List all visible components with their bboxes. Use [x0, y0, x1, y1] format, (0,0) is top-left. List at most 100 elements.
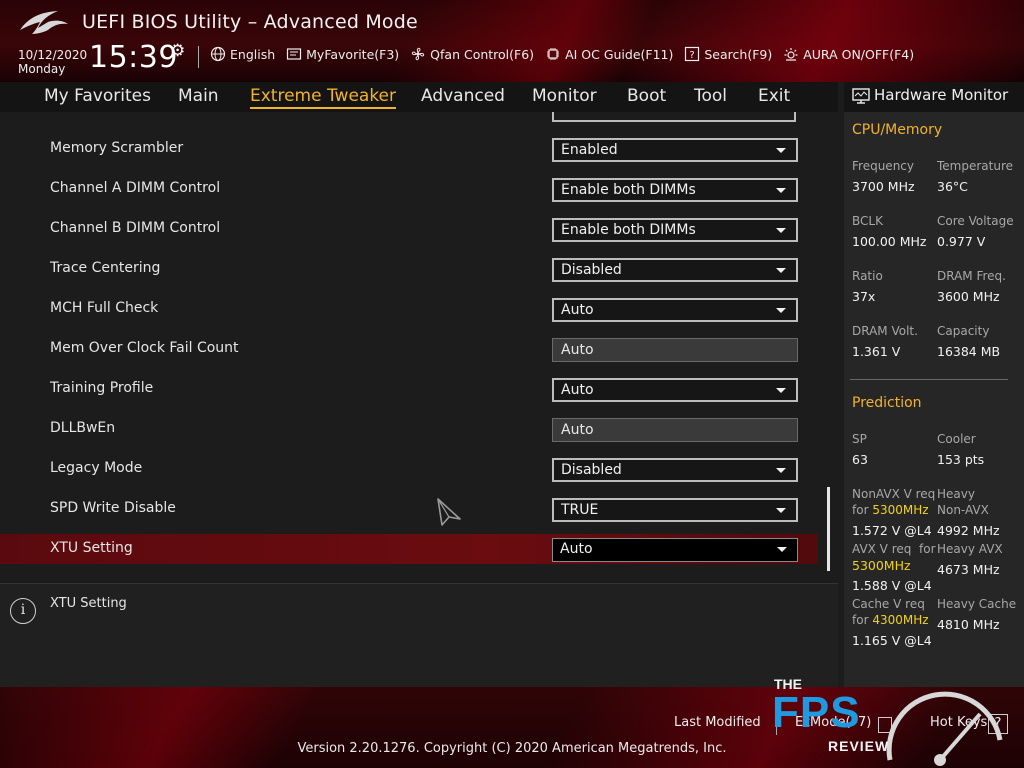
qfan-control-label: Qfan Control(F6): [430, 46, 535, 62]
nonavx-label: Non-AVX: [937, 503, 989, 517]
spd-write-disable-dropdown[interactable]: TRUE: [552, 498, 798, 522]
last-modified-button[interactable]: Last Modified: [674, 715, 761, 730]
mem-oc-fail-count-field[interactable]: Auto: [552, 338, 798, 362]
dropdown-value: Disabled: [561, 462, 622, 478]
setting-row-dllbwen[interactable]: DLLBwEn Auto: [0, 414, 818, 444]
cache-target-freq: 4300MHz: [872, 613, 929, 627]
tab-monitor[interactable]: Monitor: [532, 86, 597, 106]
search-help-icon: ?: [685, 46, 700, 62]
tab-advanced[interactable]: Advanced: [421, 86, 505, 106]
help-text: XTU Setting: [50, 596, 127, 611]
qfan-control-button[interactable]: Qfan Control(F6): [410, 46, 534, 62]
nonavx-req-label: NonAVX V req: [852, 487, 936, 501]
setting-row-xtu-setting[interactable]: XTU Setting Auto: [0, 534, 818, 564]
setting-row-channel-a-dimm[interactable]: Channel A DIMM Control Enable both DIMMs: [0, 174, 818, 204]
monitor-icon: [852, 88, 870, 104]
setting-row-spd-write-disable[interactable]: SPD Write Disable TRUE: [0, 494, 818, 524]
setting-label: Mem Over Clock Fail Count: [50, 340, 239, 356]
tab-extreme-tweaker[interactable]: Extreme Tweaker: [250, 86, 397, 109]
chevron-down-icon: [776, 508, 786, 513]
setting-row-mch-full-check[interactable]: MCH Full Check Auto: [0, 294, 818, 324]
tab-my-favorites[interactable]: My Favorites: [44, 86, 151, 106]
memory-scrambler-dropdown[interactable]: Enabled: [552, 138, 798, 162]
chevron-down-icon: [776, 188, 786, 193]
gauge-watermark-icon: [886, 691, 1003, 766]
clock-time[interactable]: 15:39: [89, 40, 178, 75]
chevron-down-icon: [776, 268, 786, 273]
tab-boot[interactable]: Boot: [627, 86, 666, 106]
cache-req-label: Cache V req: [852, 597, 925, 611]
setting-row-legacy-mode[interactable]: Legacy Mode Disabled: [0, 454, 818, 484]
xtu-setting-dropdown[interactable]: Auto: [552, 538, 798, 562]
dram-freq-label: DRAM Freq.: [937, 269, 1006, 283]
help-panel: i XTU Setting: [0, 583, 838, 688]
chip-icon: [547, 48, 560, 60]
cooler-label: Cooler: [937, 432, 976, 446]
legacy-mode-dropdown[interactable]: Disabled: [552, 458, 798, 482]
hm-divider: [850, 379, 1008, 380]
header-divider: [198, 46, 199, 68]
nonavx-target-freq: 5300MHz: [872, 503, 929, 517]
watermark-review: REVIEW: [828, 738, 890, 754]
clock-settings-gear-icon[interactable]: ⚙: [170, 41, 185, 61]
setting-row-trace-centering[interactable]: Trace Centering Disabled: [0, 254, 818, 284]
search-label: Search(F9): [704, 46, 773, 62]
dropdown-value: Auto: [561, 302, 594, 318]
dropdown-value: Enable both DIMMs: [561, 222, 696, 238]
settings-scrollbar[interactable]: [827, 487, 830, 571]
watermark-fps: FPS: [772, 688, 861, 737]
setting-row-channel-b-dimm[interactable]: Channel B DIMM Control Enable both DIMMs: [0, 214, 818, 244]
channel-a-dimm-dropdown[interactable]: Enable both DIMMs: [552, 178, 798, 202]
setting-label: DLLBwEn: [50, 420, 116, 436]
favorite-screen-icon: [287, 48, 302, 60]
frequency-value: 3700 MHz: [852, 179, 915, 194]
fan-icon: [411, 47, 425, 61]
bclk-label: BCLK: [852, 214, 883, 228]
field-value: Auto: [561, 422, 594, 438]
tab-tool[interactable]: Tool: [694, 86, 727, 106]
date-display: 10/12/2020 Monday: [18, 48, 87, 76]
nonavx-for-line: for 5300MHz: [852, 503, 929, 517]
search-button[interactable]: ? Search(F9): [684, 46, 772, 62]
mch-full-check-dropdown[interactable]: Auto: [552, 298, 798, 322]
myfavorite-label: MyFavorite(F3): [306, 46, 400, 62]
avx-req-label: AVX V req for: [852, 542, 936, 556]
ratio-value: 37x: [852, 289, 876, 304]
hardware-monitor-title: Hardware Monitor: [874, 86, 1009, 104]
ratio-label: Ratio: [852, 269, 883, 283]
setting-label: MCH Full Check: [50, 300, 159, 316]
capacity-value: 16384 MB: [937, 344, 1001, 359]
channel-b-dimm-dropdown[interactable]: Enable both DIMMs: [552, 218, 798, 242]
globe-icon: [210, 46, 226, 62]
ai-oc-guide-button[interactable]: AI OC Guide(F11): [545, 46, 673, 62]
setting-label: Legacy Mode: [50, 460, 143, 476]
date-text: 10/12/2020: [18, 48, 88, 62]
trace-centering-dropdown[interactable]: Disabled: [552, 258, 798, 282]
avx-target-freq: 5300MHz: [852, 558, 911, 573]
header-toolbar: English MyFavorite(F3) Qfan Control(F6) …: [210, 46, 914, 62]
avx-req-value: 1.588 V @L4: [852, 578, 932, 593]
myfavorite-button[interactable]: MyFavorite(F3): [286, 46, 399, 62]
dram-volt-value: 1.361 V: [852, 344, 901, 359]
partial-dropdown-above[interactable]: [552, 112, 796, 122]
cache-for-line: for 4300MHz: [852, 613, 929, 627]
day-text: Monday: [18, 62, 66, 76]
setting-row-training-profile[interactable]: Training Profile Auto: [0, 374, 818, 404]
avx-req-text: AVX V req: [852, 542, 912, 556]
dropdown-value: TRUE: [561, 502, 599, 518]
setting-row-memory-scrambler[interactable]: Memory Scrambler Enabled: [0, 134, 818, 164]
dram-freq-value: 3600 MHz: [937, 289, 1000, 304]
dllbwen-field[interactable]: Auto: [552, 418, 798, 442]
setting-row-mem-oc-fail-count[interactable]: Mem Over Clock Fail Count Auto: [0, 334, 818, 364]
aura-toggle-button[interactable]: AURA ON/OFF(F4): [783, 46, 914, 62]
training-profile-dropdown[interactable]: Auto: [552, 378, 798, 402]
language-button[interactable]: English: [210, 46, 275, 62]
nonavx-req-value: 1.572 V @L4: [852, 523, 932, 538]
frequency-label: Frequency: [852, 159, 914, 173]
rog-logo-icon: [20, 11, 68, 34]
setting-label: Channel B DIMM Control: [50, 220, 221, 236]
heavy-cache-value: 4810 MHz: [937, 617, 1000, 632]
main-nav-tabs: My Favorites Main Extreme Tweaker Advanc…: [0, 82, 838, 113]
tab-main[interactable]: Main: [178, 86, 219, 106]
tab-exit[interactable]: Exit: [758, 86, 790, 106]
